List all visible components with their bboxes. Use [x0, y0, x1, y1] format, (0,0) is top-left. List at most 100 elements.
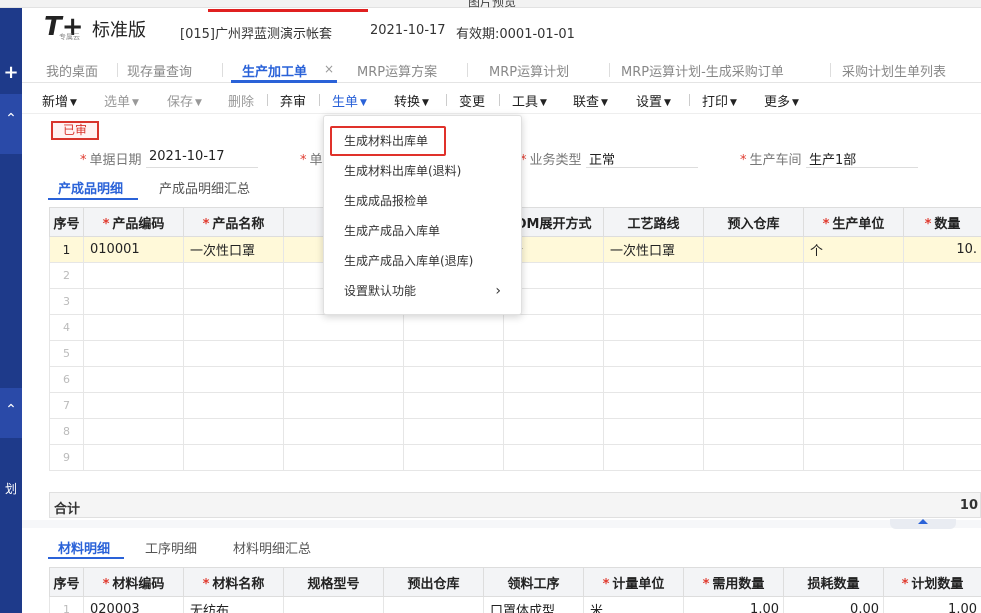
- table-cell[interactable]: [803, 262, 904, 289]
- menu-item-product-return[interactable]: 生成产成品入库单(退库): [324, 246, 521, 276]
- table-cell[interactable]: 一次性口罩: [603, 236, 704, 263]
- table-cell[interactable]: [403, 366, 504, 393]
- column-header[interactable]: 领料工序: [483, 567, 584, 597]
- column-header[interactable]: * 材料编码: [83, 567, 184, 597]
- menu-item-material-outbound[interactable]: 生成材料出库单: [330, 126, 446, 156]
- table-cell[interactable]: [503, 366, 604, 393]
- table-cell[interactable]: [803, 366, 904, 393]
- table-cell[interactable]: [83, 288, 184, 315]
- table-cell[interactable]: [903, 418, 981, 445]
- table-cell[interactable]: [83, 366, 184, 393]
- table-row[interactable]: 9: [49, 444, 981, 471]
- table-cell[interactable]: [903, 444, 981, 471]
- menu-item-product-inbound[interactable]: 生成产成品入库单: [324, 216, 521, 246]
- menu-item-material-return[interactable]: 生成材料出库单(退料): [324, 156, 521, 186]
- delete-button[interactable]: 删除: [228, 91, 254, 110]
- table-cell[interactable]: [903, 392, 981, 419]
- table-cell[interactable]: [383, 596, 484, 613]
- collapse-toggle[interactable]: [890, 519, 956, 529]
- table-cell[interactable]: [603, 340, 704, 367]
- table-cell[interactable]: [283, 366, 404, 393]
- table-cell[interactable]: [703, 418, 804, 445]
- table-cell[interactable]: 020003: [83, 596, 184, 613]
- tab-mrp-scheme[interactable]: MRP运算方案: [357, 61, 437, 80]
- table-cell[interactable]: [283, 392, 404, 419]
- table-cell[interactable]: [803, 418, 904, 445]
- table-cell[interactable]: [603, 444, 704, 471]
- tab-production-order[interactable]: 生产加工单: [242, 61, 307, 80]
- table-cell[interactable]: [83, 444, 184, 471]
- tab-process-detail[interactable]: 工序明细: [145, 538, 197, 557]
- table-cell[interactable]: 010001: [83, 236, 184, 263]
- add-icon[interactable]: +: [0, 60, 22, 86]
- table-row[interactable]: 5: [49, 340, 981, 367]
- table-cell[interactable]: [903, 366, 981, 393]
- table-cell[interactable]: 1.00: [683, 596, 784, 613]
- table-cell[interactable]: [803, 288, 904, 315]
- table-cell[interactable]: [503, 444, 604, 471]
- table-cell[interactable]: [703, 366, 804, 393]
- tab-product-summary[interactable]: 产成品明细汇总: [159, 178, 250, 197]
- column-header[interactable]: 序号: [49, 207, 84, 237]
- left-nav-label[interactable]: 划: [0, 480, 22, 500]
- link-query-button[interactable]: 联查 ▼: [573, 91, 608, 110]
- table-cell[interactable]: [283, 444, 404, 471]
- column-header[interactable]: * 产品名称: [183, 207, 284, 237]
- table-cell[interactable]: [903, 314, 981, 341]
- table-cell[interactable]: 10.: [903, 236, 981, 263]
- more-button[interactable]: 更多 ▼: [764, 91, 799, 110]
- table-cell[interactable]: [503, 340, 604, 367]
- table-cell[interactable]: [903, 262, 981, 289]
- table-row[interactable]: 4: [49, 314, 981, 341]
- table-row[interactable]: 1 020003 无纺布 口罩体成型米 1.00 0.00 1.00: [49, 596, 981, 613]
- print-button[interactable]: 打印 ▼: [702, 91, 737, 110]
- menu-item-default-settings[interactable]: 设置默认功能 ›: [324, 276, 521, 306]
- column-header[interactable]: 预入仓库: [703, 207, 804, 237]
- table-cell[interactable]: 个: [803, 236, 904, 263]
- table-cell[interactable]: [183, 392, 284, 419]
- table-cell[interactable]: [283, 418, 404, 445]
- column-header[interactable]: * 需用数量: [683, 567, 784, 597]
- table-cell[interactable]: [603, 314, 704, 341]
- table-cell[interactable]: [403, 392, 504, 419]
- table-cell[interactable]: [183, 418, 284, 445]
- table-cell[interactable]: [183, 444, 284, 471]
- chevron-up-icon[interactable]: ⌃: [0, 388, 22, 438]
- table-cell[interactable]: [83, 340, 184, 367]
- table-cell[interactable]: [703, 340, 804, 367]
- table-row[interactable]: 8: [49, 418, 981, 445]
- table-cell[interactable]: [183, 262, 284, 289]
- table-cell[interactable]: [283, 340, 404, 367]
- tab-purchase-list[interactable]: 采购计划生单列表: [842, 61, 946, 80]
- column-header[interactable]: 预出仓库: [383, 567, 484, 597]
- table-cell[interactable]: [703, 236, 804, 263]
- table-cell[interactable]: [703, 444, 804, 471]
- table-cell[interactable]: [603, 262, 704, 289]
- tab-mrp-purchase[interactable]: MRP运算计划-生成采购订单: [621, 61, 784, 80]
- table-cell[interactable]: [803, 392, 904, 419]
- table-cell[interactable]: 0.00: [783, 596, 884, 613]
- table-cell[interactable]: [503, 314, 604, 341]
- table-cell[interactable]: [603, 418, 704, 445]
- tab-desktop[interactable]: 我的桌面: [46, 61, 98, 80]
- table-cell[interactable]: [183, 340, 284, 367]
- table-row[interactable]: 6: [49, 366, 981, 393]
- column-header[interactable]: * 产品编码: [83, 207, 184, 237]
- table-cell[interactable]: [283, 596, 384, 613]
- table-cell[interactable]: [803, 314, 904, 341]
- table-cell[interactable]: 1.00: [883, 596, 981, 613]
- column-header[interactable]: * 数量: [903, 207, 981, 237]
- column-header[interactable]: 损耗数量: [783, 567, 884, 597]
- table-cell[interactable]: 一次性口罩: [183, 236, 284, 263]
- table-cell[interactable]: [603, 392, 704, 419]
- tools-button[interactable]: 工具 ▼: [512, 91, 547, 110]
- workshop-field[interactable]: 生产1部: [809, 149, 856, 168]
- table-cell[interactable]: [283, 314, 404, 341]
- column-header[interactable]: * 材料名称: [183, 567, 284, 597]
- save-button[interactable]: 保存 ▼: [167, 91, 202, 110]
- table-row[interactable]: 7: [49, 392, 981, 419]
- column-header[interactable]: * 计划数量: [883, 567, 981, 597]
- table-cell[interactable]: [603, 366, 704, 393]
- column-header[interactable]: * 计量单位: [583, 567, 684, 597]
- table-cell[interactable]: [503, 392, 604, 419]
